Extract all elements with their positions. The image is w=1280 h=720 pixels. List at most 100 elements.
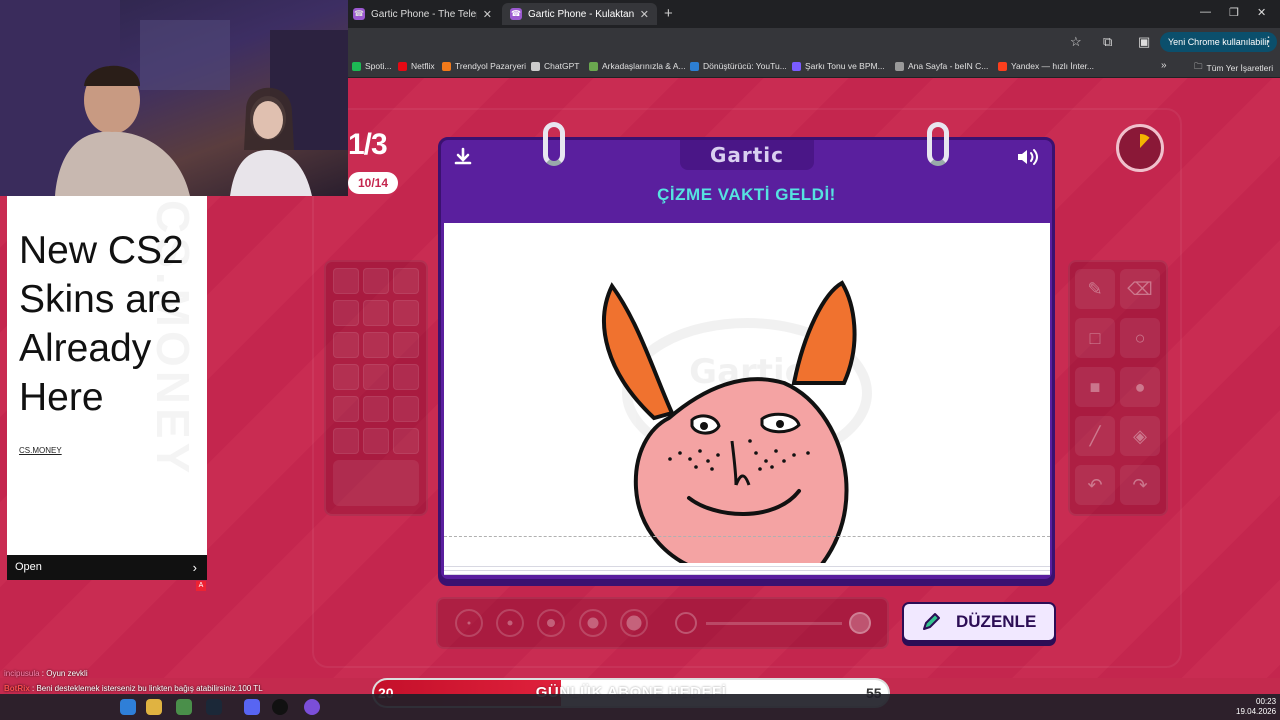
taskbar-app-icon[interactable] xyxy=(120,699,136,715)
line-tool-icon[interactable]: ╱ xyxy=(1075,416,1115,456)
color-swatch[interactable] xyxy=(333,268,359,294)
color-swatch[interactable] xyxy=(363,428,389,454)
taskbar-app-icon[interactable] xyxy=(206,699,222,715)
bookmark-item[interactable]: Arkadaşlarınızla & A... xyxy=(589,61,686,71)
rectangle-outline-tool-icon[interactable]: □ xyxy=(1075,318,1115,358)
player-count-badge: 10/14 xyxy=(348,172,398,194)
download-icon[interactable] xyxy=(452,146,474,174)
bookmark-item[interactable]: Netflix xyxy=(398,61,435,71)
timer-pie xyxy=(1140,134,1150,148)
rectangle-fill-tool-icon[interactable]: ■ xyxy=(1075,367,1115,407)
bookmark-favicon-icon xyxy=(442,61,451,71)
webcam-feed-image xyxy=(0,0,348,196)
taskbar-app-icon[interactable] xyxy=(304,699,320,715)
brush-size-2[interactable] xyxy=(496,609,524,637)
bookmark-star-icon[interactable]: ☆ xyxy=(1070,34,1082,50)
bookmark-favicon-icon xyxy=(531,61,540,71)
eraser-tool-icon[interactable]: ⌫ xyxy=(1120,269,1160,309)
chat-message: BotRix : Beni desteklemek isterseniz bu … xyxy=(4,684,263,693)
opacity-slider-handle[interactable] xyxy=(849,612,871,634)
brush-size-4[interactable] xyxy=(579,609,607,637)
current-color-swatch[interactable] xyxy=(333,460,419,506)
gartic-logo: Gartic xyxy=(680,140,814,170)
gartic-favicon-icon: ☎ xyxy=(353,8,365,20)
color-swatch[interactable] xyxy=(363,300,389,326)
browser-tab-1[interactable]: ☎ Gartic Phone - The Telephone G ✕ xyxy=(345,3,500,25)
tab-title: Gartic Phone - Kulaktan Kulağa xyxy=(528,8,634,20)
restore-icon[interactable]: ❐ xyxy=(1229,6,1239,19)
binder-ring xyxy=(543,122,565,166)
bookmark-item[interactable]: Yandex — hızlı İnter... xyxy=(998,61,1094,71)
ellipse-fill-tool-icon[interactable]: ● xyxy=(1120,367,1160,407)
canvas-guide-line xyxy=(444,536,1050,537)
color-swatch[interactable] xyxy=(333,428,359,454)
taskbar-app-icon[interactable] xyxy=(176,699,192,715)
color-swatch[interactable] xyxy=(393,268,419,294)
opacity-slider[interactable] xyxy=(706,622,842,625)
bookmark-item[interactable]: Dönüştürücü: YouTu... xyxy=(690,61,787,71)
extensions-icon[interactable]: ⧉ xyxy=(1103,34,1112,50)
bookmark-favicon-icon xyxy=(690,61,699,71)
color-swatch[interactable] xyxy=(333,332,359,358)
opacity-slider-min[interactable] xyxy=(675,612,697,634)
brush-size-1[interactable] xyxy=(455,609,483,637)
browser-tab-2[interactable]: ☎ Gartic Phone - Kulaktan Kulağa ✕ xyxy=(502,3,657,25)
binder-ring xyxy=(927,122,949,166)
color-swatch[interactable] xyxy=(363,364,389,390)
taskbar-app-icon[interactable] xyxy=(146,699,162,715)
ad-link[interactable]: CS.MONEY xyxy=(19,446,62,455)
taskbar-app-icon[interactable] xyxy=(272,699,288,715)
color-swatch[interactable] xyxy=(363,332,389,358)
sound-icon[interactable] xyxy=(1015,146,1041,174)
fill-bucket-tool-icon[interactable]: ◈ xyxy=(1120,416,1160,456)
close-window-icon[interactable]: ✕ xyxy=(1257,6,1266,19)
color-swatch[interactable] xyxy=(333,396,359,422)
color-swatch[interactable] xyxy=(393,364,419,390)
ad-choices-icon[interactable]: A xyxy=(196,581,206,591)
bookmark-item[interactable]: Şarkı Tonu ve BPM... xyxy=(792,61,885,71)
close-tab-icon[interactable]: ✕ xyxy=(483,8,492,21)
redo-icon[interactable]: ↷ xyxy=(1120,465,1160,505)
drawing: Gartic xyxy=(602,280,872,563)
color-swatch[interactable] xyxy=(393,332,419,358)
taskbar-app-icon[interactable] xyxy=(244,699,260,715)
pencil-tool-icon[interactable]: ✎ xyxy=(1075,269,1115,309)
new-tab-button[interactable]: + xyxy=(664,5,673,22)
all-bookmarks-folder[interactable]: 🗀 Tüm Yer İşaretleri xyxy=(1194,61,1273,75)
undo-icon[interactable]: ↶ xyxy=(1075,465,1115,505)
close-tab-icon[interactable]: ✕ xyxy=(640,8,649,21)
profile-icon[interactable]: ▣ xyxy=(1138,34,1150,50)
bookmark-item[interactable]: Ana Sayfa - beIN C... xyxy=(895,61,988,71)
windows-taskbar xyxy=(0,694,1280,720)
color-swatch[interactable] xyxy=(333,300,359,326)
bookmark-item[interactable]: Spoti... xyxy=(352,61,391,71)
color-swatch[interactable] xyxy=(363,396,389,422)
bookmark-favicon-icon xyxy=(895,61,904,71)
color-swatch[interactable] xyxy=(393,396,419,422)
color-swatch[interactable] xyxy=(363,268,389,294)
chevron-right-icon: › xyxy=(192,560,197,575)
brush-size-3[interactable] xyxy=(537,609,565,637)
chat-text: : Beni desteklemek isterseniz bu linkten… xyxy=(29,684,263,693)
chrome-update-button[interactable]: Yeni Chrome kullanılabilir xyxy=(1160,32,1278,52)
instruction-text: ÇİZME VAKTİ GELDİ! xyxy=(657,185,836,204)
color-swatch[interactable] xyxy=(393,300,419,326)
brush-size-5[interactable] xyxy=(620,609,648,637)
more-bookmarks-icon[interactable]: » xyxy=(1161,60,1167,71)
chat-username: incipusula xyxy=(4,669,40,678)
ad-open-button[interactable]: Open › xyxy=(7,555,207,580)
ellipse-outline-tool-icon[interactable]: ○ xyxy=(1120,318,1160,358)
drawing-canvas[interactable]: Gartic xyxy=(444,223,1050,563)
color-swatch[interactable] xyxy=(333,364,359,390)
chat-username: BotRix xyxy=(4,684,30,693)
edit-button[interactable]: DÜZENLE xyxy=(902,602,1056,642)
bookmark-favicon-icon xyxy=(352,61,361,71)
left-ear xyxy=(602,282,675,421)
bookmark-item[interactable]: Trendyol Pazaryeri xyxy=(442,61,526,71)
paper-stack-edge xyxy=(444,563,1050,575)
minimize-icon[interactable]: — xyxy=(1200,6,1211,18)
bookmark-favicon-icon xyxy=(589,61,598,71)
color-swatch[interactable] xyxy=(393,428,419,454)
menu-kebab-icon[interactable]: ⋮ xyxy=(1262,34,1275,50)
bookmark-item[interactable]: ChatGPT xyxy=(531,61,579,71)
